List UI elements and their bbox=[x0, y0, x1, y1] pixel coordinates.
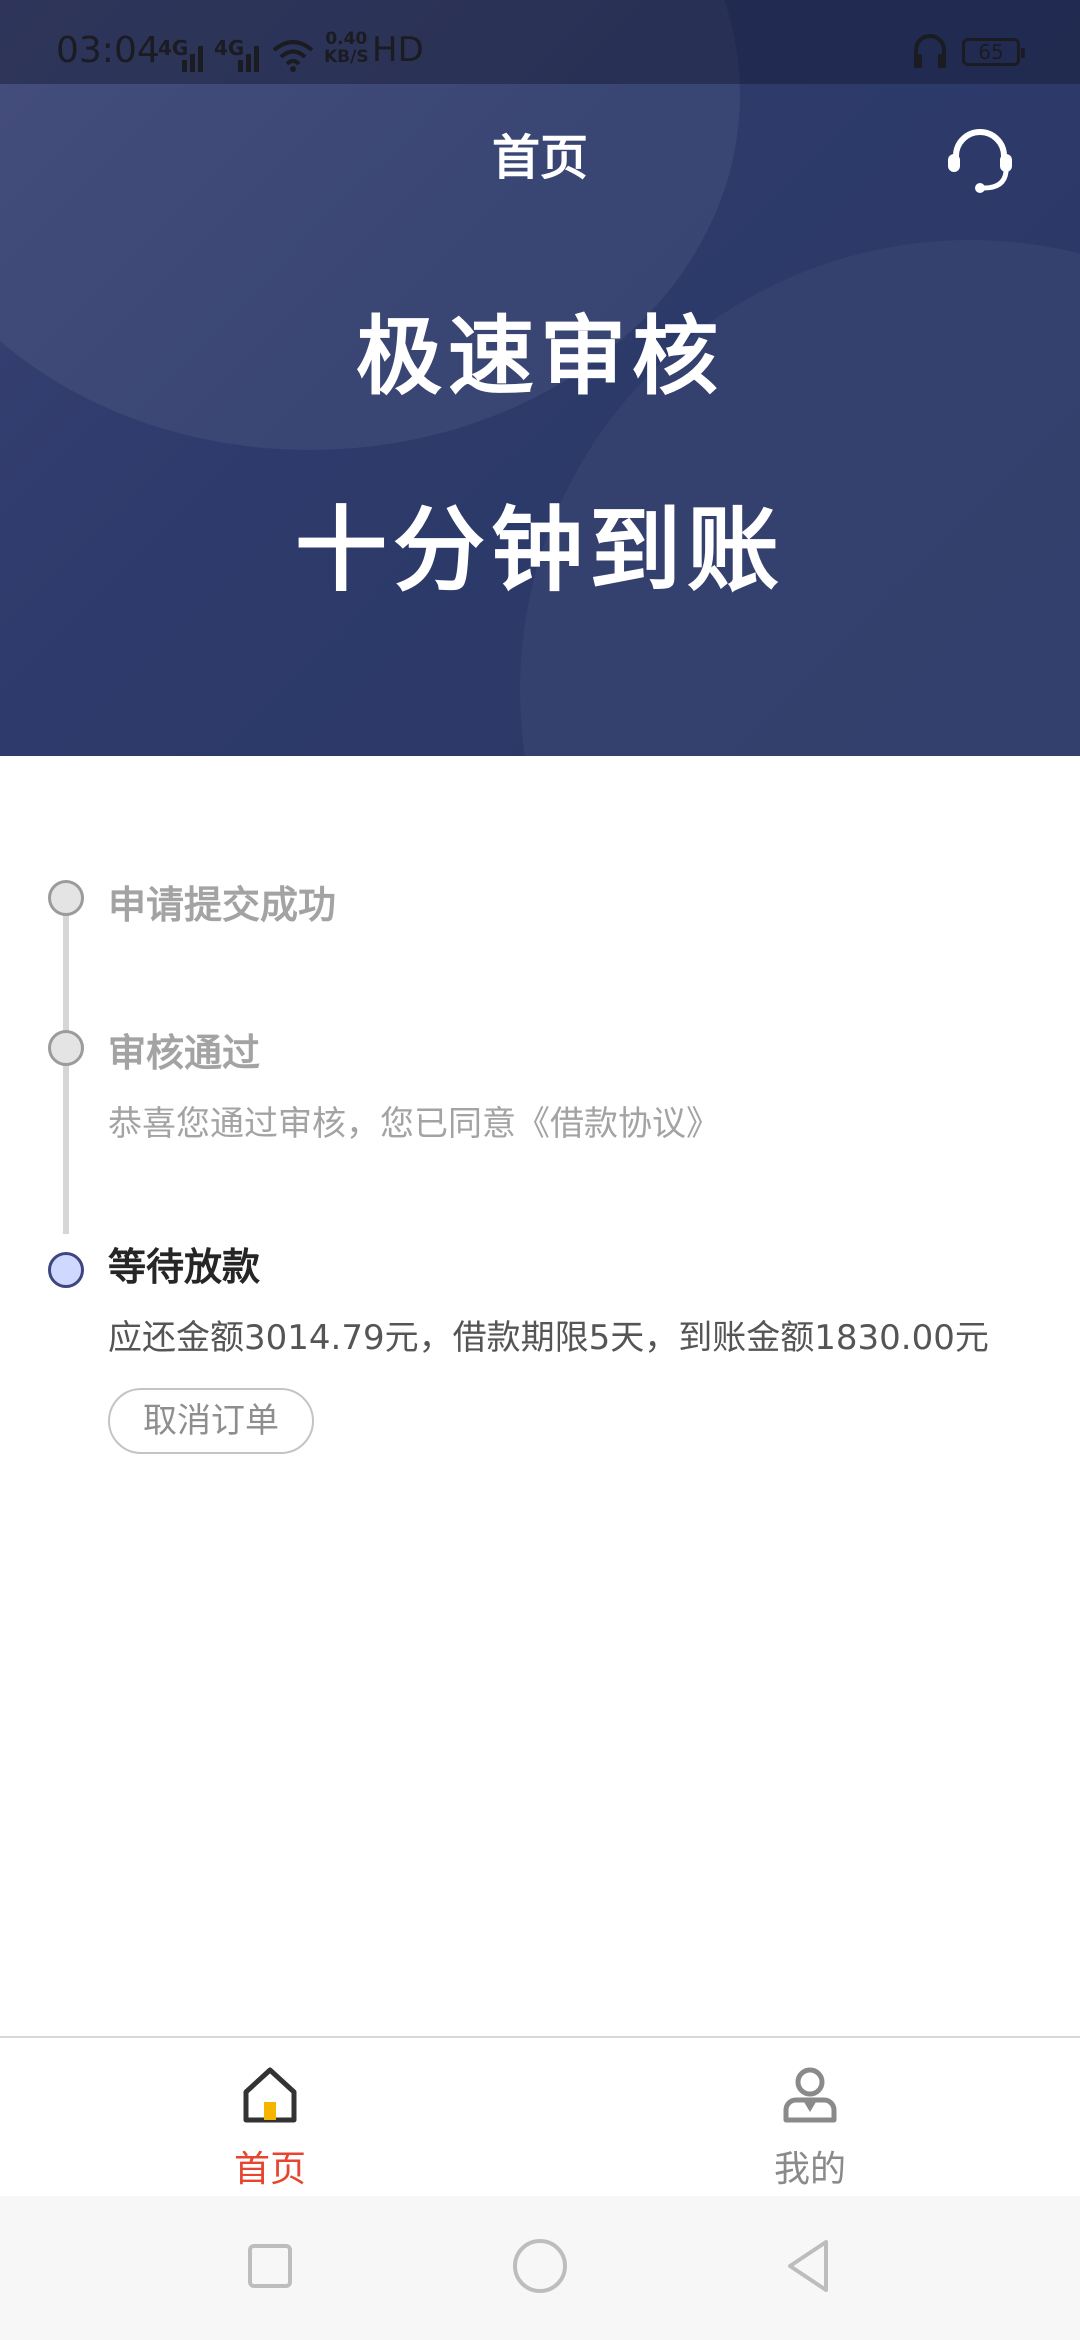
step-title: 等待放款 bbox=[108, 1245, 261, 1289]
signal-icon bbox=[238, 46, 259, 72]
page-title: 首页 bbox=[491, 130, 588, 186]
tab-home-label: 首页 bbox=[233, 2149, 306, 2190]
recents-icon[interactable] bbox=[240, 2236, 300, 2296]
step-desc: 应还金额3014.79元，借款期限5天，到账金额1830.00元 bbox=[108, 1318, 989, 1358]
hero-banner: 03:04 4G 4G 0.40 KB/S HD 65 首页 极速审核 十分钟到… bbox=[0, 0, 1080, 756]
system-nav-bar bbox=[0, 2196, 1080, 2340]
net-speed: 0.40 KB/S bbox=[324, 30, 369, 66]
back-icon[interactable] bbox=[780, 2236, 840, 2296]
banner-line-2: 十分钟到账 bbox=[294, 497, 785, 604]
tab-home[interactable]: 首页 bbox=[0, 2038, 540, 2198]
battery-icon: 65 bbox=[962, 38, 1025, 66]
battery-level: 65 bbox=[978, 40, 1004, 64]
tab-profile[interactable]: 我的 bbox=[540, 2038, 1080, 2198]
net-speed-value: 0.40 bbox=[325, 29, 368, 49]
banner-line-1: 极速审核 bbox=[356, 307, 724, 407]
customer-service-icon[interactable] bbox=[944, 124, 1016, 196]
cancel-order-button[interactable]: 取消订单 bbox=[108, 1388, 314, 1454]
step-dot bbox=[48, 880, 84, 916]
tab-bar: 首页 我的 bbox=[0, 2036, 1080, 2196]
step-title: 审核通过 bbox=[108, 1031, 261, 1075]
signal-icon bbox=[182, 46, 203, 72]
step-dot bbox=[48, 1030, 84, 1066]
step-dot-active bbox=[48, 1252, 84, 1288]
net-speed-unit: KB/S bbox=[324, 47, 369, 67]
status-time: 03:04 bbox=[56, 30, 160, 71]
tab-profile-label: 我的 bbox=[773, 2149, 846, 2190]
home-circle-icon[interactable] bbox=[510, 2236, 570, 2296]
status-bar: 03:04 4G 4G 0.40 KB/S HD 65 bbox=[0, 0, 1080, 84]
step-title: 申请提交成功 bbox=[108, 883, 337, 927]
wifi-icon bbox=[272, 40, 314, 72]
home-icon bbox=[243, 2067, 297, 2123]
profile-icon bbox=[783, 2067, 837, 2123]
headphones-icon bbox=[914, 34, 946, 68]
step-desc: 恭喜您通过审核，您已同意《借款协议》 bbox=[108, 1104, 720, 1144]
hd-indicator: HD bbox=[372, 30, 424, 70]
